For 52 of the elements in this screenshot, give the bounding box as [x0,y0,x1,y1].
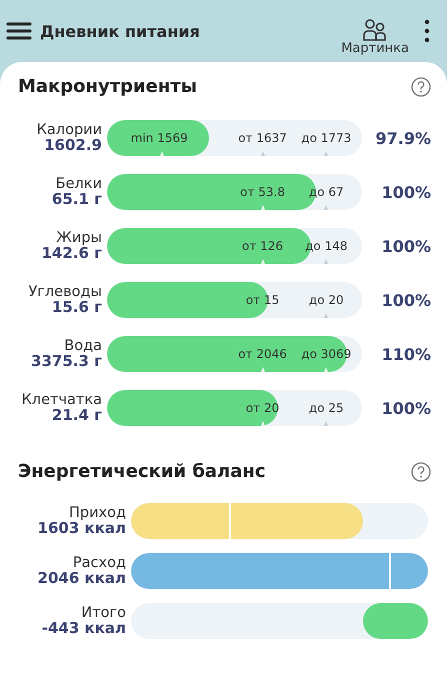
app-title: Дневник питания [40,22,201,40]
percent-value: 100% [380,290,431,310]
more-button[interactable] [423,19,431,43]
nutrient-name: Калории [36,122,102,138]
nutrient-value: 142.6 г [40,246,102,262]
range-label: до 20 [308,292,344,308]
tick-mark [260,205,265,210]
nutrient-name: Жиры [55,230,102,246]
range-label: от 126 [242,238,284,254]
nutrient-name: Клетчатка [20,392,102,408]
percent-value: 100% [380,236,431,256]
tick-mark [324,151,328,156]
help-icon[interactable] [411,462,431,482]
nutrient-name: Углеводы [27,284,102,300]
tick-mark [260,367,265,372]
balance-name: Итого [80,606,126,621]
tick-mark [324,367,328,372]
range-label: до 25 [308,400,344,416]
tick-mark [160,151,164,156]
range-label: до 1773 [301,130,352,146]
range-label: от 1637 [238,130,287,146]
balance-value: 1603 ккал [36,520,126,536]
tick-mark [324,313,328,318]
profile-button[interactable]: Мартинка [341,18,409,56]
tick-mark [260,151,265,156]
range-label: от 53.8 [240,184,285,200]
tick-mark [260,259,265,264]
nutrient-value: 15.6 г [52,300,102,316]
menu-button[interactable] [6,20,32,42]
percent-value: 100% [380,398,431,418]
section-title: Энергетический баланс [18,461,266,482]
tick-mark [324,205,328,210]
range-label: от 2046 [238,346,287,362]
tick-mark [324,421,328,426]
nutrient-value: 21.4 г [50,408,102,424]
balance-name: Расход [72,556,126,571]
balance-name: Приход [68,506,126,521]
nutrient-name: Вода [63,338,102,354]
nutrient-name: Белки [54,176,102,192]
nutrient-value: 65.1 г [50,192,102,208]
help-icon[interactable] [411,76,431,96]
percent-value: 110% [380,344,431,364]
balance-value: 2046 ккал [36,570,126,586]
people-icon [362,18,388,40]
percent-value: 97.9% [374,128,431,148]
nutrient-value: 3375.3 г [30,354,102,370]
balance-value: -443 ккал [40,620,126,636]
range-label: min 1569 [130,130,188,146]
nutrient-value: 1602.9 [44,138,102,154]
tick-mark [324,259,328,264]
percent-value: 100% [380,182,431,202]
section-title: Макронутриенты [18,76,197,97]
